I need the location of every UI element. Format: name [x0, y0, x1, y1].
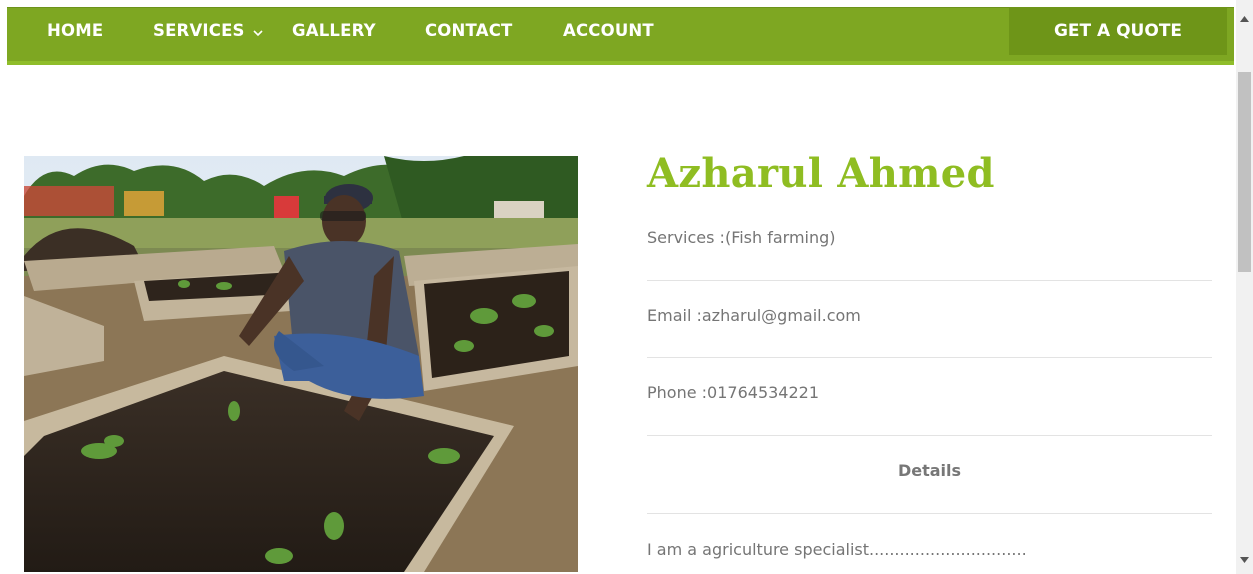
profile-name: Azharul Ahmed	[647, 150, 995, 197]
nav-services-label: SERVICES	[153, 21, 245, 40]
get-a-quote-button[interactable]: GET A QUOTE	[1009, 7, 1227, 55]
divider	[647, 435, 1212, 436]
scroll-down-arrow-icon[interactable]	[1240, 550, 1249, 568]
nav-services-menu[interactable]: SERVICES	[153, 7, 263, 55]
main-navbar: HOME SERVICES GALLERY CONTACT ACCOUNT GE…	[7, 7, 1234, 65]
nav-contact-link[interactable]: CONTACT	[425, 7, 512, 55]
scrollbar-thumb[interactable]	[1238, 72, 1251, 272]
nav-gallery-link[interactable]: GALLERY	[292, 7, 376, 55]
nav-account-link[interactable]: ACCOUNT	[563, 7, 654, 55]
profile-email: Email :azharul@gmail.com	[647, 306, 861, 325]
chevron-down-icon	[253, 8, 263, 56]
scroll-up-arrow-icon[interactable]	[1240, 9, 1249, 27]
divider	[647, 280, 1212, 281]
profile-photo	[24, 156, 578, 572]
profile-services: Services :(Fish farming)	[647, 228, 836, 247]
nav-home-link[interactable]: HOME	[47, 7, 103, 55]
vertical-scrollbar[interactable]	[1236, 0, 1253, 574]
profile-bio: I am a agriculture specialist...........…	[647, 540, 1027, 559]
divider	[647, 513, 1212, 514]
details-heading: Details	[897, 461, 962, 480]
profile-phone: Phone :01764534221	[647, 383, 820, 402]
divider	[647, 357, 1212, 358]
